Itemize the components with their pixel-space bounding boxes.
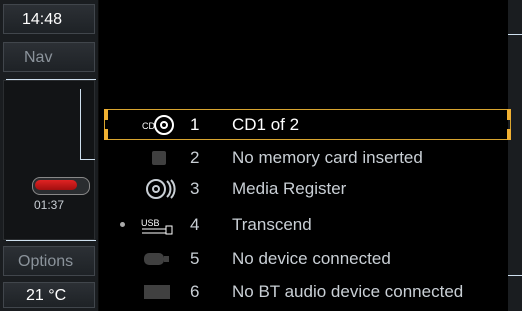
options-label: Options — [18, 253, 74, 270]
active-source-indicator — [120, 222, 125, 227]
media-source-item-cd[interactable]: CD 1 CD1 of 2 — [100, 110, 510, 140]
clock-time: 14:48 — [22, 11, 63, 28]
item-number: 5 — [190, 249, 200, 268]
temperature-block: 21 °C — [3, 282, 95, 308]
svg-text:USB: USB — [141, 218, 160, 228]
item-number: 4 — [190, 215, 200, 234]
item-label: No memory card inserted — [232, 148, 423, 167]
svg-text:CD: CD — [142, 121, 155, 131]
item-label: No BT audio device connected — [232, 282, 464, 301]
nav-button[interactable]: Nav — [3, 42, 96, 80]
media-register-icon — [140, 178, 176, 200]
options-divider — [6, 240, 96, 241]
elapsed-time: 01:37 — [34, 198, 65, 212]
media-source-item-media-register[interactable]: 3 Media Register — [100, 174, 510, 204]
usb-icon: USB — [140, 214, 176, 236]
device-icon — [140, 248, 176, 270]
item-number: 3 — [190, 179, 200, 198]
nav-label: Nav — [24, 49, 53, 66]
bt-audio-icon — [140, 281, 176, 303]
item-number: 2 — [190, 148, 200, 167]
memory-card-icon — [140, 147, 176, 169]
left-panel: 14:48 Nav 01:37 Options 21 °C — [0, 0, 99, 311]
clock-block: 14:48 — [3, 4, 95, 34]
media-source-item-usb[interactable]: USB 4 Transcend — [100, 210, 510, 240]
temperature-value: 21 °C — [26, 287, 67, 304]
cd-icon: CD — [140, 114, 176, 136]
media-source-item-memory-card[interactable]: 2 No memory card inserted — [100, 143, 510, 173]
media-source-item-bt-audio[interactable]: 6 No BT audio device connected — [100, 277, 510, 307]
item-label: No device connected — [232, 249, 391, 268]
playback-progress-fill — [35, 180, 77, 190]
options-button[interactable]: Options — [3, 240, 96, 276]
item-number: 1 — [190, 115, 200, 134]
right-divider-top — [508, 34, 522, 35]
media-status-panel: 01:37 — [3, 80, 95, 240]
item-label: Transcend — [232, 215, 312, 234]
item-label: Media Register — [232, 179, 347, 198]
media-source-item-device[interactable]: 5 No device connected — [100, 244, 510, 274]
right-edge-panel — [508, 0, 522, 311]
playback-progress-bar — [32, 177, 90, 195]
item-number: 6 — [190, 282, 200, 301]
item-label: CD1 of 2 — [232, 115, 300, 134]
right-divider-bottom — [508, 275, 522, 276]
media-frame-line — [80, 89, 95, 160]
